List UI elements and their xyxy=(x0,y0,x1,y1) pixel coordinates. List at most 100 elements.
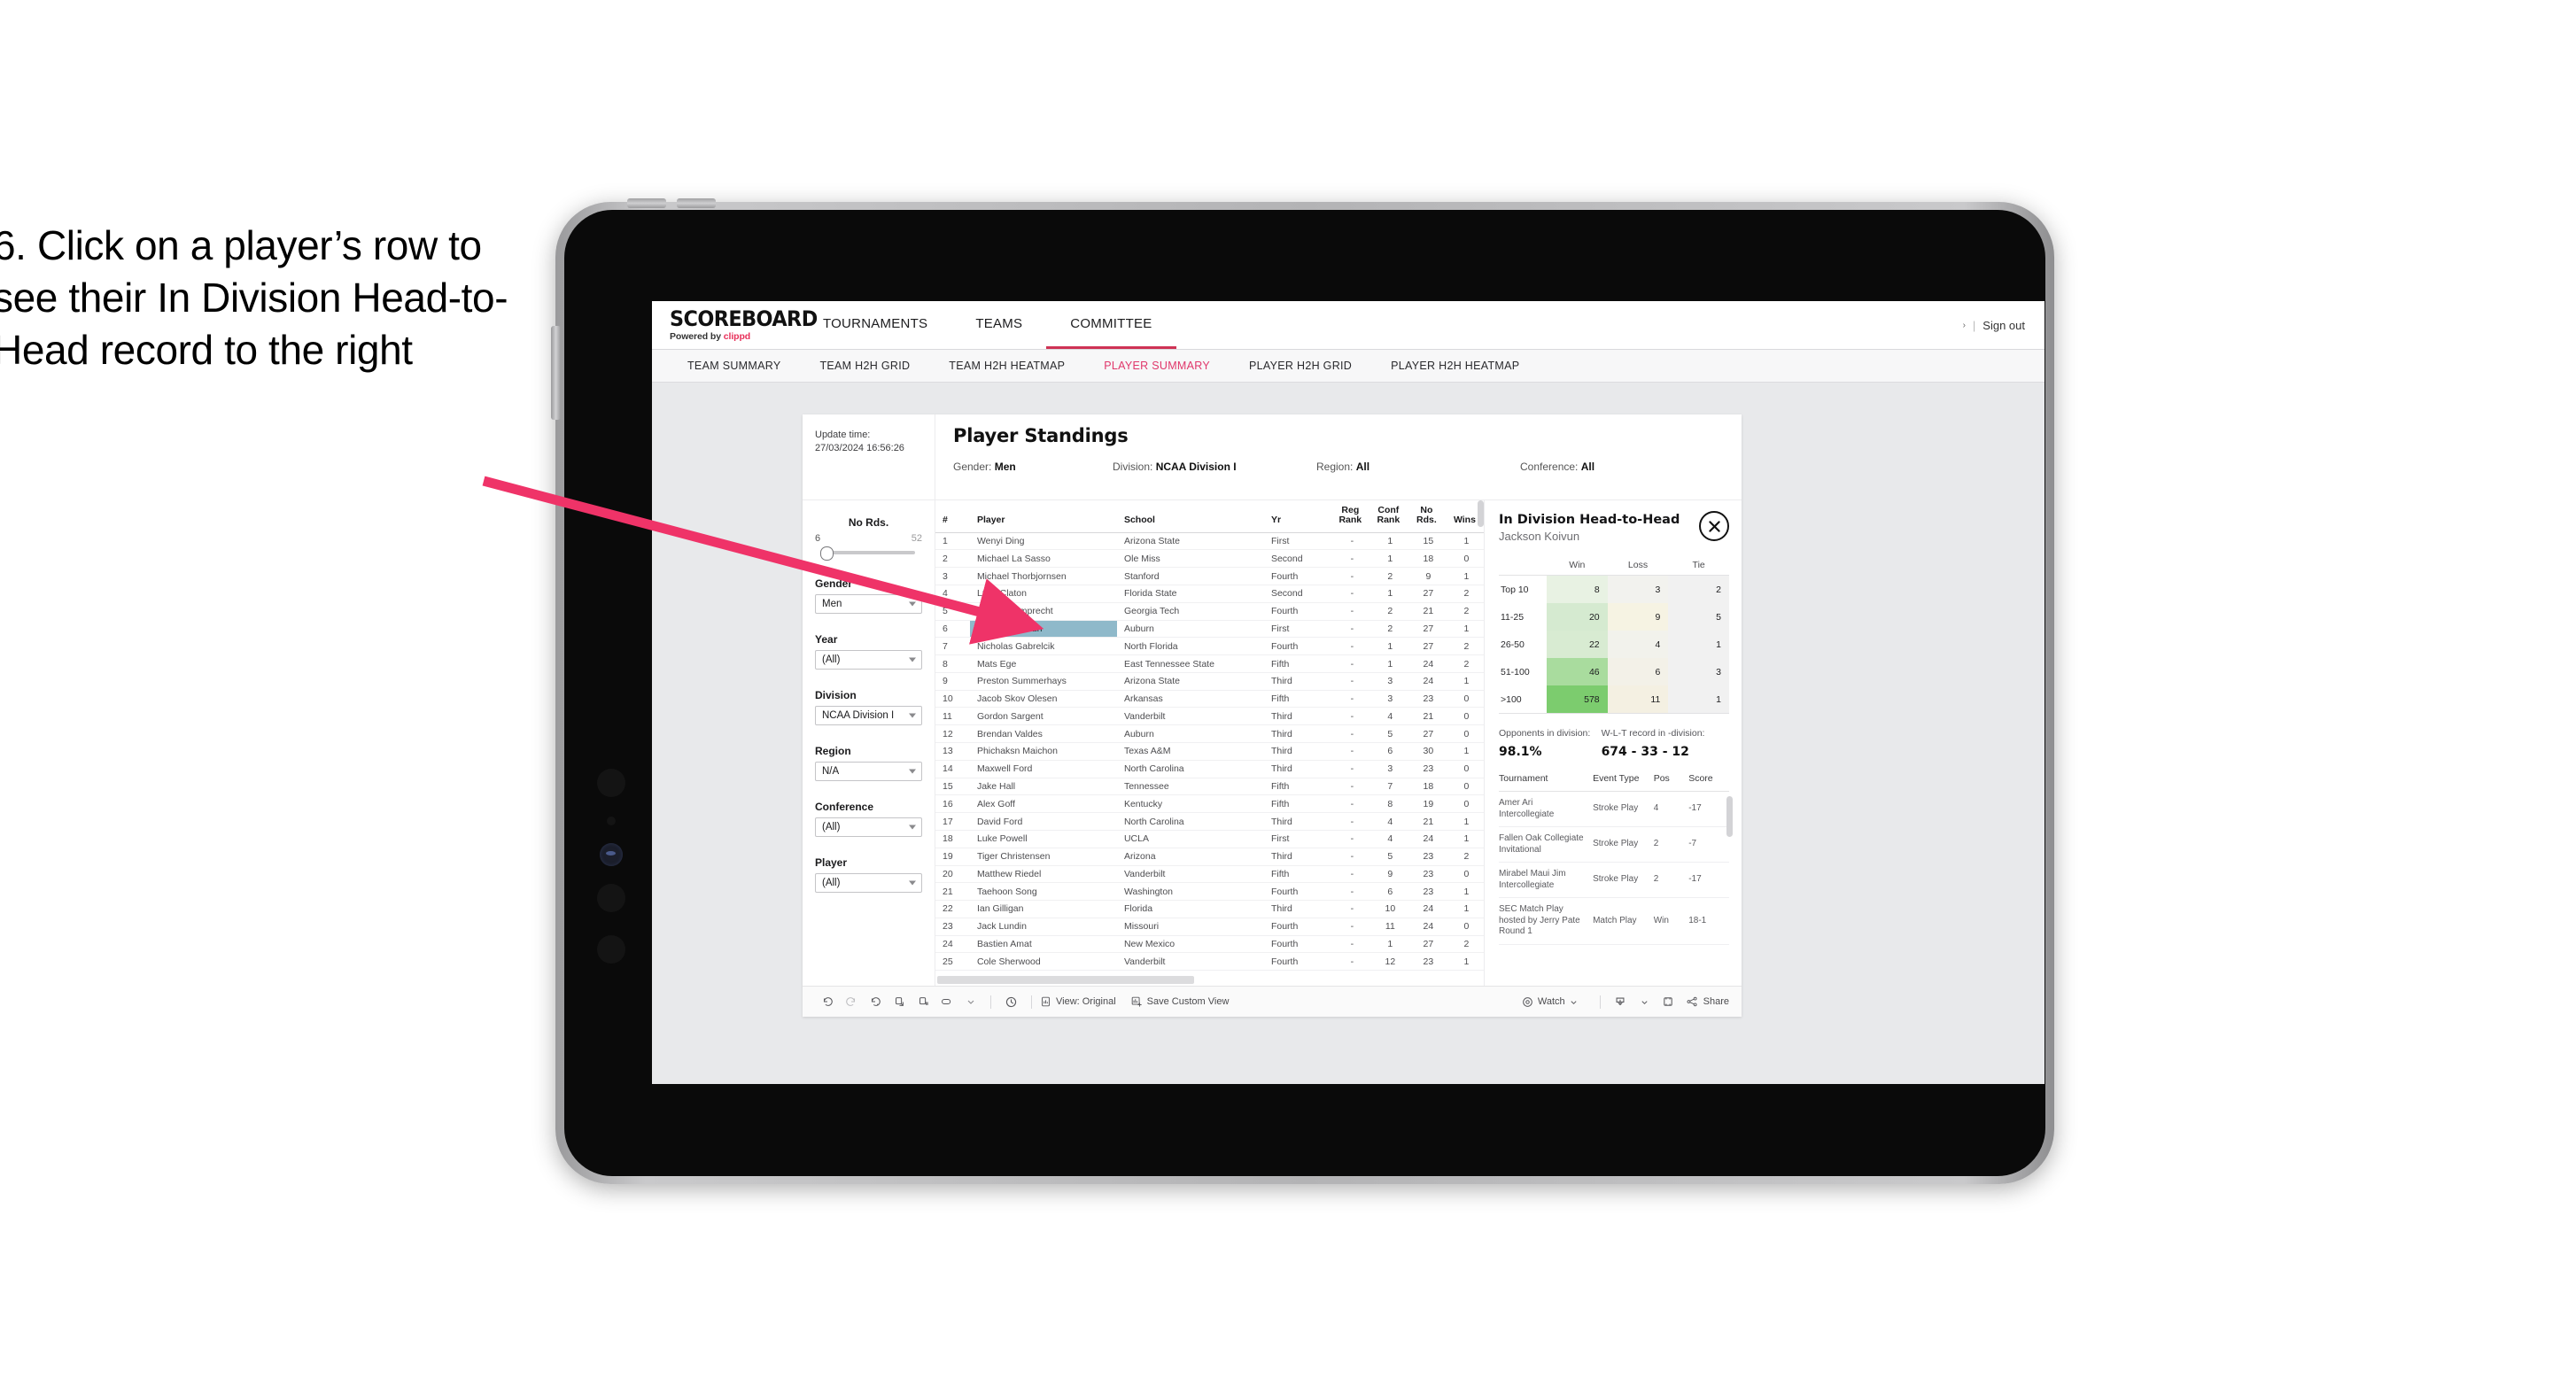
table-row[interactable]: 14 Maxwell Ford North Carolina Third -3 23 0 xyxy=(935,760,1484,778)
pill-icon[interactable] xyxy=(935,995,958,1008)
power-button[interactable] xyxy=(551,326,561,420)
cell-wins: 1 xyxy=(1445,620,1484,639)
save-custom-view-button[interactable]: Save Custom View xyxy=(1130,995,1229,1008)
table-row[interactable]: 23 Jack Lundin Missouri Fourth -11 24 0 xyxy=(935,918,1484,936)
table-row[interactable]: 4 Luke Claton Florida State Second -1 27 2 xyxy=(935,585,1484,603)
slider-handle[interactable] xyxy=(820,546,834,561)
table-row[interactable]: 19 Tiger Christensen Arizona Third -5 23 2 xyxy=(935,848,1484,866)
col-player[interactable]: Player xyxy=(969,500,1117,533)
col-year[interactable]: Yr xyxy=(1263,500,1331,533)
tournament-scrollbar[interactable] xyxy=(1726,796,1733,837)
speaker-hole-icon xyxy=(597,935,625,964)
table-row[interactable]: 15 Jake Hall Tennessee Fifth -7 18 0 xyxy=(935,778,1484,796)
table-row[interactable]: 16 Alex Goff Kentucky Fifth -8 19 0 xyxy=(935,794,1484,814)
download-icon[interactable] xyxy=(1609,995,1633,1008)
h2h-row: 11-25 20 9 5 xyxy=(1499,603,1729,631)
tab-team-h2h-heatmap[interactable]: TEAM H2H HEATMAP xyxy=(929,360,1084,372)
table-scroll-area[interactable]: # Player School Yr Reg Rank Conf Rank No Rd… xyxy=(935,500,1484,974)
cell-wins: 0 xyxy=(1445,778,1484,796)
table-row[interactable]: 10 Jacob Skov Olesen Arkansas Fifth -3 23 0 xyxy=(935,690,1484,708)
h2h-row: >100 578 11 1 xyxy=(1499,685,1729,714)
filter-label-year: Year xyxy=(815,633,838,646)
table-row[interactable]: 22 Ian Gilligan Florida Third -10 24 1 xyxy=(935,900,1484,918)
tournament-row[interactable]: Amer Ari Intercollegiate Stroke Play 4 -17 xyxy=(1499,791,1729,827)
view-original-button[interactable]: View: Original xyxy=(1040,995,1116,1008)
clock-history-icon[interactable] xyxy=(999,995,1023,1009)
table-row[interactable]: 1 Wenyi Ding Arizona State First -1 15 1 xyxy=(935,532,1484,551)
slider-track xyxy=(824,551,915,554)
col-reg-rank[interactable]: Reg Rank xyxy=(1331,500,1369,533)
cell-wins: 2 xyxy=(1445,935,1484,954)
table-row[interactable]: 5 Christo Lamprecht Georgia Tech Fourth -2 21… xyxy=(935,602,1484,621)
table-horizontal-scroll-thumb[interactable] xyxy=(937,976,1194,984)
table-row[interactable]: 18 Luke Powell UCLA First -4 24 1 xyxy=(935,830,1484,848)
volume-down-button[interactable] xyxy=(677,198,716,208)
tournament-cell-score: -7 xyxy=(1688,826,1729,863)
table-row[interactable]: 12 Brendan Valdes Auburn Third -5 27 0 xyxy=(935,724,1484,744)
account-separator: | xyxy=(1972,318,1976,332)
table-row[interactable]: 21 Taehoon Song Washington Fourth -6 23 1 xyxy=(935,882,1484,902)
col-conf-rank[interactable]: Conf Rank xyxy=(1369,500,1408,533)
table-row[interactable]: 6 Jackson Koivun Auburn First -2 27 1 xyxy=(935,620,1484,639)
nav-committee[interactable]: COMMITTEE xyxy=(1046,301,1176,349)
col-school[interactable]: School xyxy=(1116,500,1264,533)
filter-select-year[interactable]: (All) xyxy=(815,650,922,670)
filter-select-division[interactable]: NCAA Division I xyxy=(815,706,922,725)
table-vertical-scrollbar[interactable] xyxy=(1478,500,1484,527)
redo-icon[interactable] xyxy=(839,995,863,1008)
tab-player-h2h-grid[interactable]: PLAYER H2H GRID xyxy=(1230,360,1371,372)
col-rank[interactable]: # xyxy=(935,500,970,533)
tab-team-summary[interactable]: TEAM SUMMARY xyxy=(668,360,800,372)
chevron-down-icon xyxy=(1571,1000,1577,1004)
cell-reg-rank: - xyxy=(1331,654,1369,673)
watch-button[interactable]: Watch xyxy=(1522,996,1578,1008)
nav-teams[interactable]: TEAMS xyxy=(951,301,1046,349)
table-row[interactable]: 9 Preston Summerhays Arizona State Third -3 2… xyxy=(935,672,1484,691)
table-row[interactable]: 13 Phichaksn Maichon Texas A&M Third -6 30 1 xyxy=(935,742,1484,761)
cell-rank: 16 xyxy=(935,794,970,814)
revert-icon[interactable] xyxy=(863,995,887,1008)
cell-year: Fourth xyxy=(1263,882,1331,902)
table-row[interactable]: 3 Michael Thorbjornsen Stanford Fourth -2 9 1 xyxy=(935,567,1484,585)
table-row[interactable]: 7 Nicholas Gabrelcik North Florida Fourth -1… xyxy=(935,637,1484,656)
close-circle-icon[interactable] xyxy=(1699,511,1729,541)
tournament-row[interactable]: Mirabel Maui Jim Intercollegiate Stroke P… xyxy=(1499,862,1729,898)
undo-icon[interactable] xyxy=(815,995,839,1008)
table-row[interactable]: 20 Matthew Riedel Vanderbilt Fifth -9 23 0 xyxy=(935,865,1484,884)
cell-year: Fourth xyxy=(1263,602,1331,621)
table-row[interactable]: 11 Gordon Sargent Vanderbilt Third -4 21 0 xyxy=(935,707,1484,726)
volume-up-button[interactable] xyxy=(627,198,666,208)
table-row[interactable]: 2 Michael La Sasso Ole Miss Second -1 18 0 xyxy=(935,549,1484,569)
filter-select-player[interactable]: (All) xyxy=(815,873,922,893)
h2h-cell-tie: 2 xyxy=(1668,575,1729,603)
filter-select-region[interactable]: N/A xyxy=(815,762,922,781)
no-rounds-slider[interactable] xyxy=(815,546,922,561)
fullscreen-icon[interactable] xyxy=(1657,995,1680,1008)
chevron-down-icon[interactable] xyxy=(958,997,982,1006)
table-row[interactable]: 17 David Ford North Carolina Third -4 21 1 xyxy=(935,812,1484,831)
pause-refresh-icon[interactable] xyxy=(911,995,935,1008)
tournament-body: Amer Ari Intercollegiate Stroke Play 4 -17 F… xyxy=(1499,791,1729,945)
refresh-data-icon[interactable] xyxy=(887,995,911,1008)
sign-out-link[interactable]: Sign out xyxy=(1982,319,2025,332)
cell-school: Florida xyxy=(1116,900,1264,918)
tournament-row[interactable]: SEC Match Play hosted by Jerry Pate Roun… xyxy=(1499,897,1729,945)
table-row[interactable]: 24 Bastien Amat New Mexico Fourth -1 27 2 xyxy=(935,935,1484,954)
tab-team-h2h-grid[interactable]: TEAM H2H GRID xyxy=(800,360,929,372)
cell-reg-rank: - xyxy=(1331,707,1369,726)
chevron-down-icon[interactable] xyxy=(1633,998,1657,1006)
share-button[interactable]: Share xyxy=(1686,995,1729,1008)
nav-tournaments[interactable]: TOURNAMENTS xyxy=(799,301,951,349)
tab-player-h2h-heatmap[interactable]: PLAYER H2H HEATMAP xyxy=(1371,360,1539,372)
cell-player: Maxwell Ford xyxy=(969,760,1117,778)
table-row[interactable]: 8 Mats Ege East Tennessee State Fifth -1 24 2 xyxy=(935,654,1484,673)
table-horizontal-scrollbar[interactable] xyxy=(935,976,1484,986)
filter-select-conference[interactable]: (All) xyxy=(815,817,922,837)
table-row[interactable]: 25 Cole Sherwood Vanderbilt Fourth -12 23 1 xyxy=(935,952,1484,972)
tournament-cell-event-type: Stroke Play xyxy=(1593,826,1654,863)
col-no-rds[interactable]: No Rds. xyxy=(1407,500,1446,533)
filter-select-gender[interactable]: Men xyxy=(815,594,922,614)
tab-player-summary[interactable]: PLAYER SUMMARY xyxy=(1084,360,1230,372)
tournament-row[interactable]: Fallen Oak Collegiate Invitational Stroke… xyxy=(1499,826,1729,863)
account-chevron-icon[interactable]: › xyxy=(1963,321,1966,330)
